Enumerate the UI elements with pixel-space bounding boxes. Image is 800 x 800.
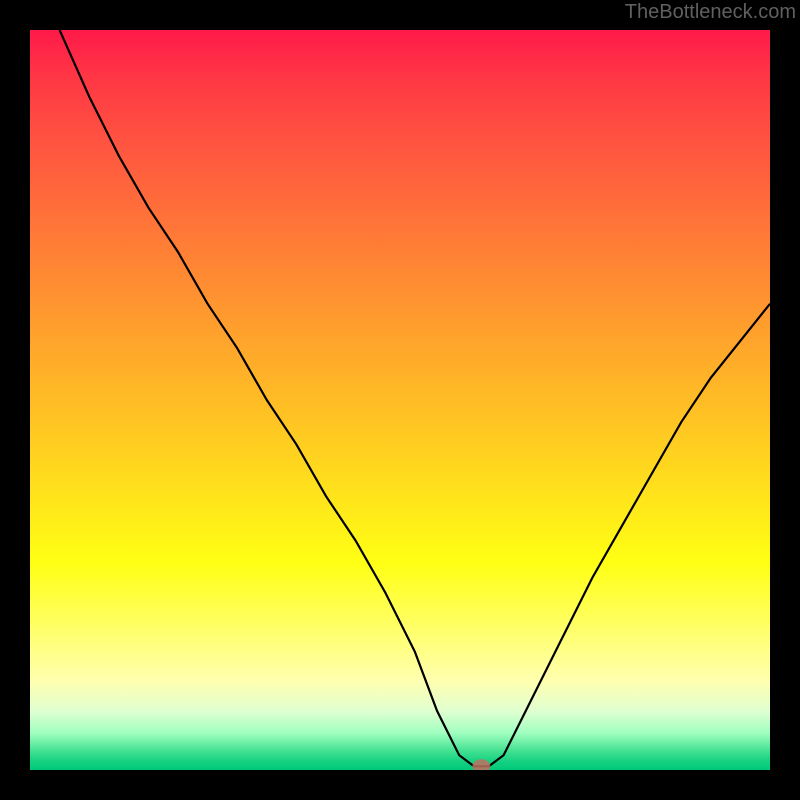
curve-path xyxy=(60,30,770,766)
bottleneck-chart: TheBottleneck.com xyxy=(0,0,800,800)
plot-area xyxy=(30,30,770,770)
optimal-point-marker xyxy=(472,759,490,770)
watermark-text: TheBottleneck.com xyxy=(625,1,796,24)
bottleneck-curve xyxy=(30,30,770,770)
